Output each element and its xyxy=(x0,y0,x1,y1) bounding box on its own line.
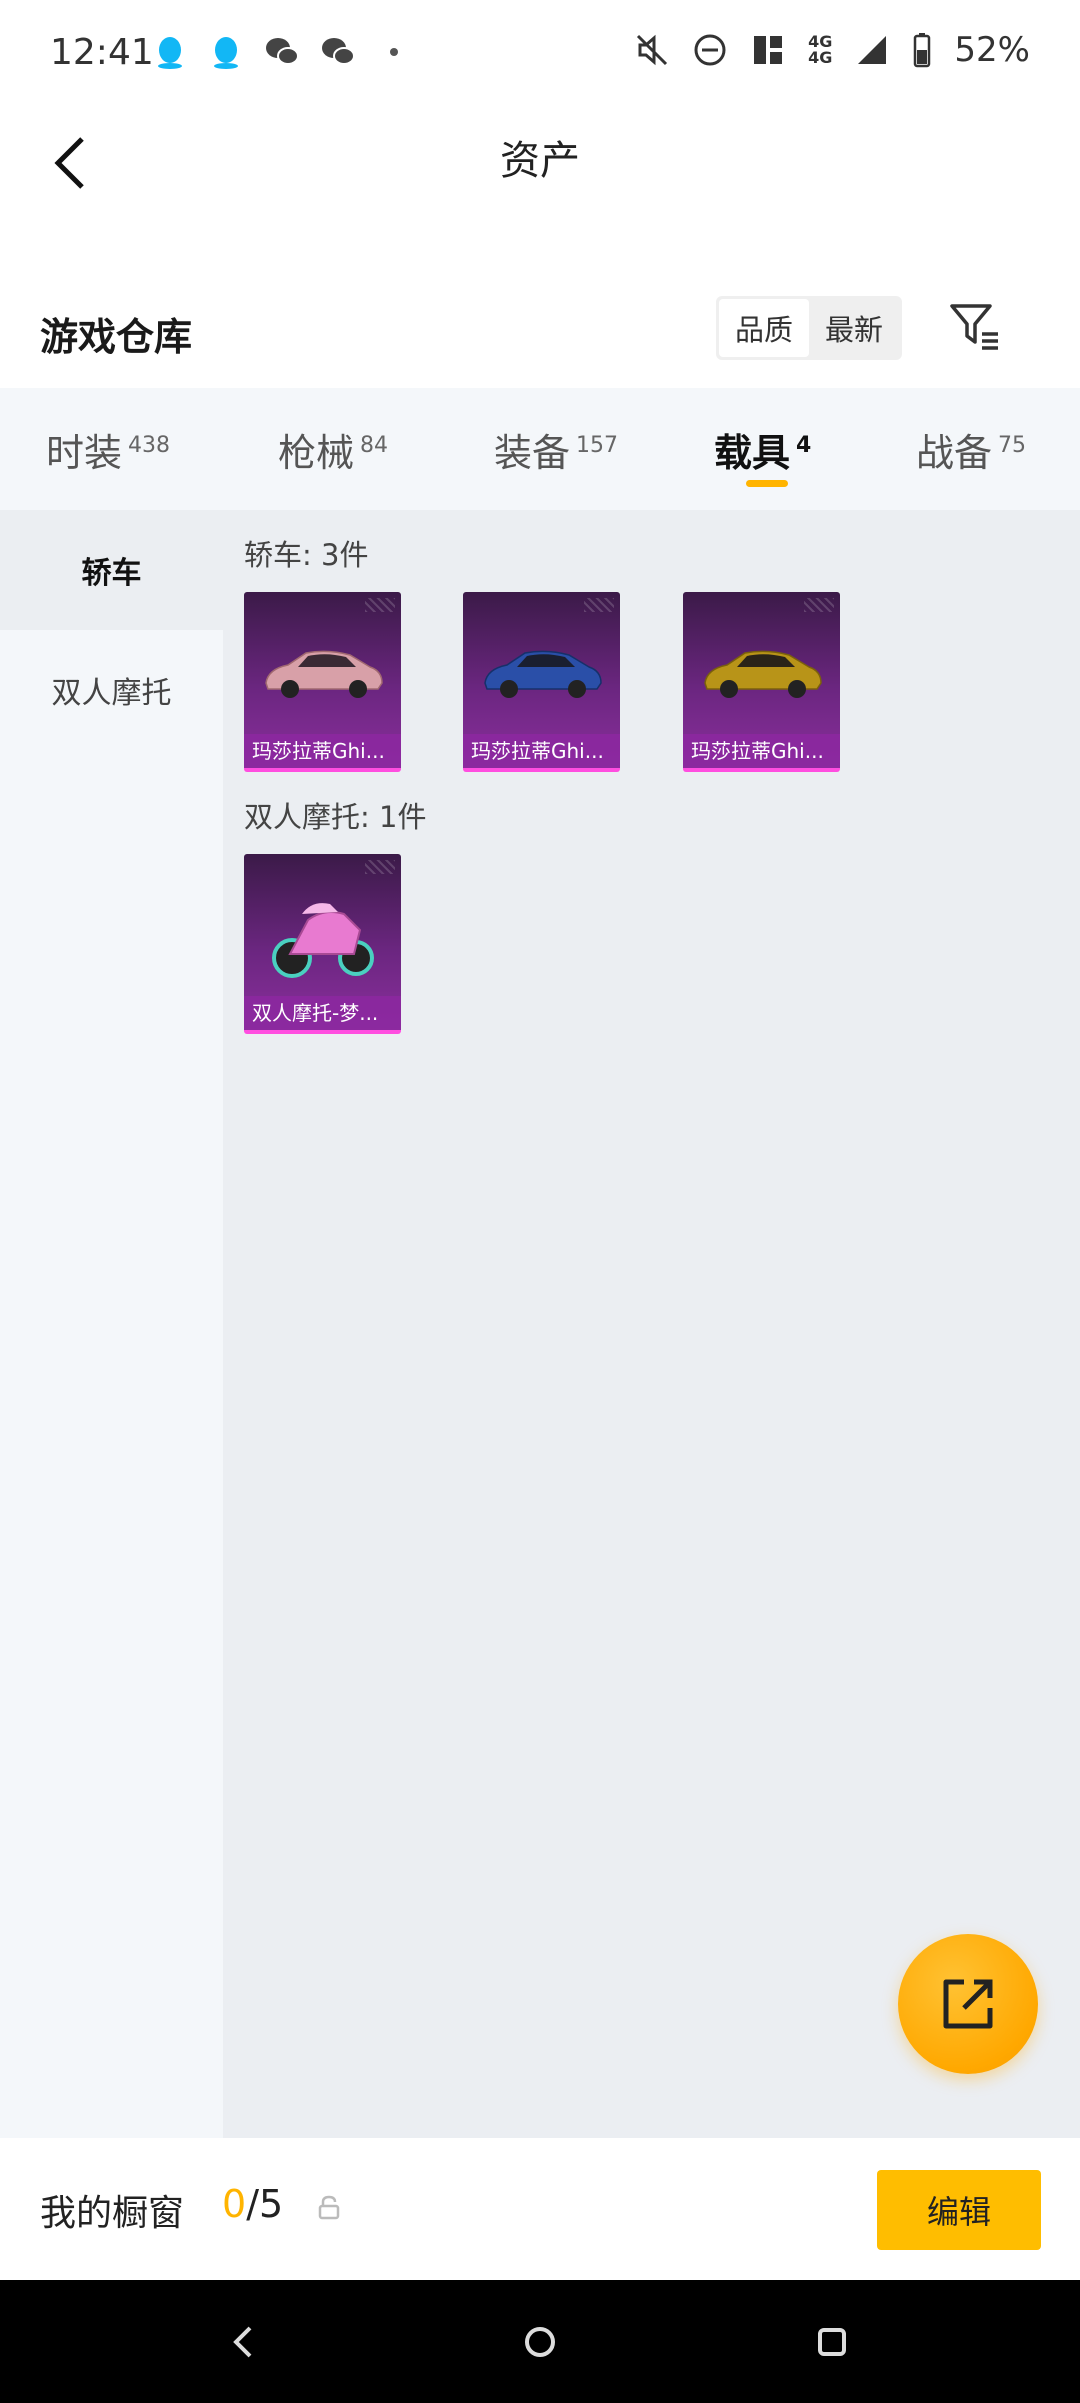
tab-fashion[interactable]: 时装 438 xyxy=(46,422,170,477)
group-title-sedan: 轿车: 3件 xyxy=(244,538,369,572)
showcase-label: 我的橱窗 xyxy=(40,2193,185,2234)
nav-bar: 资产 xyxy=(0,108,1080,258)
active-tab-indicator xyxy=(746,480,788,487)
item-label: 玛莎拉蒂Ghi... xyxy=(463,734,620,768)
tab-label: 时装 xyxy=(46,431,123,475)
showcase-count: 0/5 xyxy=(222,2182,283,2226)
tab-count: 84 xyxy=(360,433,389,459)
tab-equipment[interactable]: 装备 157 xyxy=(494,422,618,477)
showcase-bar: 我的橱窗 0/5 编辑 xyxy=(0,2138,1080,2280)
system-home-button[interactable] xyxy=(510,2312,570,2372)
category-tabs: 时装 438 枪械 84 装备 157 载具 4 战备 75 xyxy=(0,388,1080,510)
card-corner-decoration xyxy=(584,598,614,612)
sort-newest-option[interactable]: 最新 xyxy=(809,299,899,357)
tab-supplies[interactable]: 战备 75 xyxy=(916,422,1026,477)
system-nav-bar xyxy=(0,2280,1080,2403)
item-label: 双人摩托-梦... xyxy=(244,996,401,1030)
card-corner-decoration xyxy=(365,598,395,612)
showcase-total: /5 xyxy=(246,2182,284,2226)
tab-vehicles[interactable]: 载具 4 xyxy=(714,422,811,477)
car-icon xyxy=(703,650,822,698)
motorcycle-icon xyxy=(271,903,374,978)
qq-icon xyxy=(214,37,238,69)
sort-quality-option[interactable]: 品质 xyxy=(719,299,809,357)
card-corner-decoration xyxy=(365,860,395,874)
sort-toggle: 品质 最新 xyxy=(716,296,902,360)
sidebar-item-motorcycle[interactable]: 双人摩托 xyxy=(0,630,223,750)
section-header: 游戏仓库 品质 最新 xyxy=(0,270,1080,388)
sidebar-item-sedan[interactable]: 轿车 xyxy=(0,510,223,630)
recents-square-icon xyxy=(818,2328,846,2356)
tab-weapons[interactable]: 枪械 84 xyxy=(278,422,388,477)
car-image xyxy=(683,612,840,732)
mute-icon xyxy=(637,34,668,66)
motorcycle-image xyxy=(244,874,401,994)
battery-percent: 52% xyxy=(954,30,1030,70)
status-bar: 12:41 4G 4G 52% xyxy=(0,0,1080,108)
section-title: 游戏仓库 xyxy=(40,315,193,359)
car-icon xyxy=(483,650,602,698)
tab-count: 438 xyxy=(128,433,171,459)
tab-label: 载具 xyxy=(714,431,791,475)
tab-count: 75 xyxy=(998,433,1027,459)
network-4g-icon: 4G 4G xyxy=(808,34,832,66)
tab-label: 战备 xyxy=(916,431,993,475)
item-card[interactable]: 玛莎拉蒂Ghi... xyxy=(244,592,401,772)
wechat-icon xyxy=(266,38,299,65)
system-back-button[interactable] xyxy=(213,2312,273,2372)
content-area: 轿车 双人摩托 轿车: 3件 玛莎拉蒂Ghi... 玛莎拉蒂Ghi... 玛莎拉… xyxy=(0,510,1080,2138)
item-label: 玛莎拉蒂Ghi... xyxy=(244,734,401,768)
page-title: 资产 xyxy=(500,138,580,184)
system-recents-button[interactable] xyxy=(802,2312,862,2372)
item-label: 玛莎拉蒂Ghi... xyxy=(683,734,840,768)
home-circle-icon xyxy=(525,2327,555,2357)
status-time: 12:41 xyxy=(50,32,154,73)
qq-icon xyxy=(158,37,182,69)
wechat-icon xyxy=(322,38,355,65)
showcase-current: 0 xyxy=(222,2182,247,2226)
item-grid: 轿车: 3件 玛莎拉蒂Ghi... 玛莎拉蒂Ghi... 玛莎拉蒂Ghi... … xyxy=(223,510,1080,2138)
edit-button[interactable]: 编辑 xyxy=(877,2170,1041,2250)
share-fab[interactable] xyxy=(898,1934,1038,2074)
tab-label: 枪械 xyxy=(278,431,355,475)
car-icon xyxy=(264,650,383,698)
card-corner-decoration xyxy=(804,598,834,612)
back-triangle-icon xyxy=(233,2326,252,2358)
item-card[interactable]: 双人摩托-梦... xyxy=(244,854,401,1034)
filter-icon xyxy=(950,304,998,350)
system-icons: 4G 4G 52% xyxy=(634,30,1030,70)
dnd-icon xyxy=(694,34,726,66)
notification-icons xyxy=(152,34,412,70)
item-card[interactable]: 玛莎拉蒂Ghi... xyxy=(683,592,840,772)
tab-count: 4 xyxy=(796,433,812,459)
group-title-motorcycle: 双人摩托: 1件 xyxy=(244,800,427,834)
share-icon xyxy=(943,1979,993,2029)
subcategory-sidebar: 轿车 双人摩托 xyxy=(0,510,223,2138)
lock-icon xyxy=(318,2195,340,2220)
filter-button[interactable] xyxy=(942,294,1006,358)
car-image xyxy=(463,612,620,732)
tab-label: 装备 xyxy=(494,431,571,475)
dot-icon xyxy=(390,48,398,56)
battery-icon xyxy=(914,33,931,68)
nfc-icon xyxy=(754,36,783,64)
car-image xyxy=(244,612,401,732)
item-card[interactable]: 玛莎拉蒂Ghi... xyxy=(463,592,620,772)
network-4g-label: 4G xyxy=(808,48,833,67)
tab-count: 157 xyxy=(576,433,619,459)
signal-icon xyxy=(858,36,887,64)
